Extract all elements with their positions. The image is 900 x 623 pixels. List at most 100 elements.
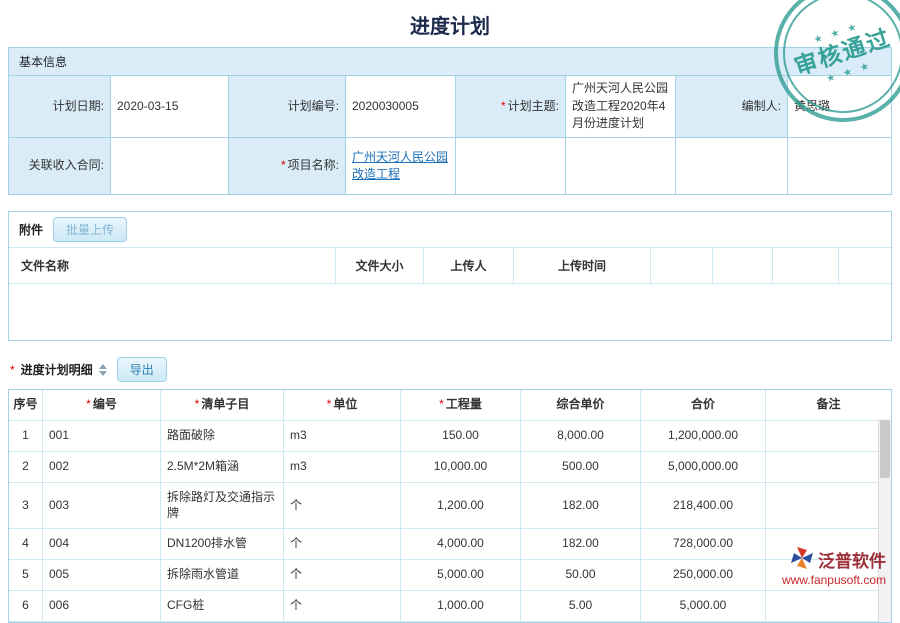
col-price: 综合单价 — [521, 390, 641, 421]
col-remark-label: 备注 — [816, 397, 840, 413]
cell-item: DN1200排水管 — [161, 529, 284, 560]
cell-item: 2.5M*2M箱涵 — [161, 452, 284, 483]
creator-label-text: 编制人: — [742, 98, 781, 115]
creator-value: 黄思璐 — [788, 76, 891, 138]
detail-table: 序号 *编号 *清单子目 *单位 *工程量 综合单价 合价 备注 1 001 路… — [8, 389, 892, 623]
col-remark: 备注 — [766, 390, 891, 421]
cell-seq: 1 — [9, 421, 43, 452]
table-row[interactable]: 5 005 拆除雨水管道 个 5,000.00 50.00 250,000.00 — [9, 560, 891, 591]
creator-label: 编制人: — [676, 76, 788, 138]
related-contract-label: 关联收入合同: — [9, 138, 111, 194]
cell-unit: m3 — [284, 452, 401, 483]
empty-cell — [456, 138, 566, 194]
cell-seq: 4 — [9, 529, 43, 560]
table-row[interactable]: 6 006 CFG桩 个 1,000.00 5.00 5,000.00 — [9, 591, 891, 622]
attachments-toolbar: 附件 批量上传 — [9, 212, 891, 247]
cell-seq: 5 — [9, 560, 43, 591]
plan-no-label: 计划编号: — [229, 76, 346, 138]
table-row[interactable]: 3 003 拆除路灯及交通指示牌 个 1,200.00 182.00 218,4… — [9, 483, 891, 529]
page: 进度计划 ★ ★ ★ 审核通过 ★ ★ ★ 基本信息 计划日期: 2020-03… — [0, 0, 900, 623]
col-total-label: 合价 — [691, 397, 715, 413]
vendor-brand-row: 泛普软件 — [782, 547, 886, 572]
cell-item: 拆除雨水管道 — [161, 560, 284, 591]
related-contract-value — [111, 138, 229, 194]
required-marker: * — [86, 397, 91, 413]
basic-info-form: 计划日期: 2020-03-15 计划编号: 2020030005 *计划主题:… — [8, 75, 892, 195]
col-empty — [651, 248, 713, 283]
col-item-label: 清单子目 — [201, 397, 249, 413]
cell-unit: 个 — [284, 529, 401, 560]
table-row[interactable]: 4 004 DN1200排水管 个 4,000.00 182.00 728,00… — [9, 529, 891, 560]
plan-no-value: 2020030005 — [346, 76, 456, 138]
required-marker: * — [10, 363, 15, 377]
col-unit: *单位 — [284, 390, 401, 421]
cell-price: 182.00 — [521, 483, 641, 529]
cell-price: 8,000.00 — [521, 421, 641, 452]
empty-cell — [788, 138, 891, 194]
col-qty-label: 工程量 — [446, 397, 482, 413]
plan-subject-value: 广州天河人民公园改造工程2020年4月份进度计划 — [566, 76, 676, 138]
cell-price: 500.00 — [521, 452, 641, 483]
vendor-brand-name: 泛普软件 — [818, 547, 886, 572]
cell-total: 5,000.00 — [641, 591, 766, 622]
cell-remark — [766, 421, 891, 452]
cell-item: CFG桩 — [161, 591, 284, 622]
basic-info-section: 基本信息 计划日期: 2020-03-15 计划编号: 2020030005 *… — [8, 47, 892, 195]
plan-no-label-text: 计划编号: — [288, 98, 339, 115]
cell-item: 拆除路灯及交通指示牌 — [161, 483, 284, 529]
cell-unit: 个 — [284, 560, 401, 591]
plan-subject-label: *计划主题: — [456, 76, 566, 138]
cell-qty: 150.00 — [401, 421, 521, 452]
project-name-cell: 广州天河人民公园改造工程 — [346, 138, 456, 194]
attachments-table-header: 文件名称 文件大小 上传人 上传时间 — [9, 247, 891, 284]
detail-header-row: 序号 *编号 *清单子目 *单位 *工程量 综合单价 合价 备注 — [9, 390, 891, 421]
cell-price: 182.00 — [521, 529, 641, 560]
col-price-label: 综合单价 — [556, 397, 604, 413]
cell-code: 004 — [43, 529, 161, 560]
scrollbar[interactable] — [878, 419, 891, 622]
plan-date-label: 计划日期: — [9, 76, 111, 138]
col-total: 合价 — [641, 390, 766, 421]
cell-remark — [766, 483, 891, 529]
col-qty: *工程量 — [401, 390, 521, 421]
vendor-logo-icon — [791, 547, 813, 572]
plan-subject-label-text: 计划主题: — [508, 98, 559, 115]
plan-date-label-text: 计划日期: — [53, 98, 104, 115]
project-name-link[interactable]: 广州天河人民公园改造工程 — [352, 149, 449, 184]
col-upload-time: 上传时间 — [514, 248, 651, 283]
scrollbar-thumb[interactable] — [880, 420, 890, 478]
col-empty — [773, 248, 839, 283]
batch-upload-button[interactable]: 批量上传 — [53, 217, 127, 242]
cell-qty: 1,000.00 — [401, 591, 521, 622]
project-name-label: *项目名称: — [229, 138, 346, 194]
attachments-section: 附件 批量上传 文件名称 文件大小 上传人 上传时间 — [8, 211, 892, 341]
cell-price: 50.00 — [521, 560, 641, 591]
cell-total: 250,000.00 — [641, 560, 766, 591]
detail-toolbar: * 进度计划明细 导出 — [8, 351, 892, 389]
empty-cell — [676, 138, 788, 194]
col-file-name: 文件名称 — [9, 248, 336, 283]
table-row[interactable]: 2 002 2.5M*2M箱涵 m3 10,000.00 500.00 5,00… — [9, 452, 891, 483]
table-row[interactable]: 1 001 路面破除 m3 150.00 8,000.00 1,200,000.… — [9, 421, 891, 452]
basic-info-header: 基本信息 — [8, 47, 892, 75]
cell-qty: 10,000.00 — [401, 452, 521, 483]
cell-code: 001 — [43, 421, 161, 452]
cell-remark — [766, 591, 891, 622]
cell-qty: 5,000.00 — [401, 560, 521, 591]
cell-code: 002 — [43, 452, 161, 483]
sort-icon[interactable] — [99, 364, 107, 376]
cell-item: 路面破除 — [161, 421, 284, 452]
required-marker: * — [195, 397, 200, 413]
cell-total: 1,200,000.00 — [641, 421, 766, 452]
required-marker: * — [281, 157, 286, 174]
export-button[interactable]: 导出 — [117, 357, 167, 382]
col-code: *编号 — [43, 390, 161, 421]
cell-code: 006 — [43, 591, 161, 622]
col-uploader: 上传人 — [424, 248, 514, 283]
cell-qty: 1,200.00 — [401, 483, 521, 529]
col-file-size: 文件大小 — [336, 248, 424, 283]
required-marker: * — [439, 397, 444, 413]
cell-unit: m3 — [284, 421, 401, 452]
empty-cell — [566, 138, 676, 194]
cell-price: 5.00 — [521, 591, 641, 622]
